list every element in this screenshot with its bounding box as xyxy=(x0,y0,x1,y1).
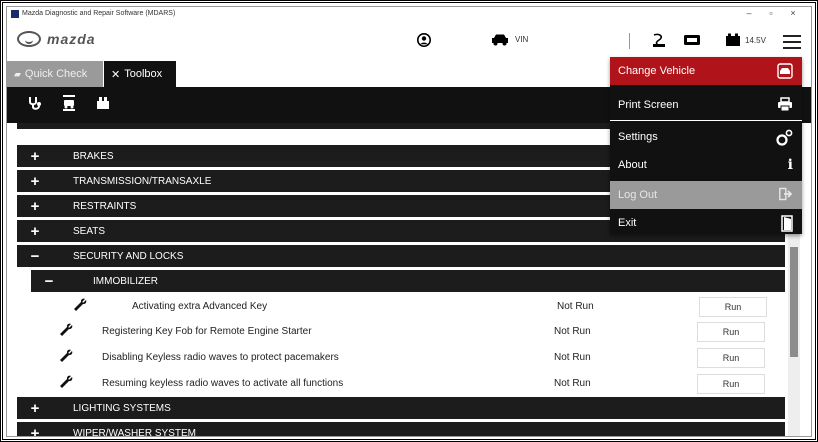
tab-label: Quick Check xyxy=(24,68,88,80)
procedure-name: Registering Key Fob for Remote Engine St… xyxy=(102,326,312,337)
category-label: BRAKES xyxy=(73,150,114,162)
menu-item-label: About xyxy=(618,159,647,171)
printer-icon xyxy=(777,97,793,115)
category-label: LIGHTING SYSTEMS xyxy=(73,402,171,414)
info-icon: i xyxy=(787,157,793,173)
menu-item-exit[interactable]: Exit xyxy=(610,209,802,237)
procedure-name: Activating extra Advanced Key xyxy=(132,301,268,312)
expand-icon: + xyxy=(30,147,40,165)
menu-item-label: Change Vehicle xyxy=(618,65,696,77)
logo-wordmark: mazda xyxy=(47,31,96,47)
category-label: RESTRAINTS xyxy=(73,200,137,212)
tab-toolbox[interactable]: ✕ Toolbox xyxy=(104,61,176,87)
vehicle-icon[interactable] xyxy=(491,33,509,46)
expand-icon: + xyxy=(17,123,53,127)
expand-icon: + xyxy=(30,172,40,190)
procedure-status: Not Run xyxy=(554,378,591,389)
module-programming-icon[interactable] xyxy=(95,95,111,115)
battery-icon xyxy=(725,33,741,47)
app-header: mazda VIN 14.5V xyxy=(7,21,811,61)
wrench-icon xyxy=(73,298,87,315)
title-bar: Mazda Diagnostic and Repair Software (MD… xyxy=(7,7,811,21)
app-window: Mazda Diagnostic and Repair Software (MD… xyxy=(6,6,812,437)
header-divider xyxy=(629,33,630,49)
expand-icon: + xyxy=(30,424,40,437)
tools-icon: ✕ xyxy=(111,68,121,81)
category-row-security-and-locks[interactable]: − SECURITY AND LOCKS xyxy=(17,245,785,267)
wrench-icon xyxy=(59,375,73,392)
minimize-button[interactable]: – xyxy=(743,8,755,18)
hamburger-menu-icon[interactable] xyxy=(783,35,801,49)
menu-item-change-vehicle[interactable]: Change Vehicle xyxy=(610,57,802,85)
vehicle-inspection-icon[interactable] xyxy=(61,95,77,115)
procedure-item: Resuming keyless radio waves to activate… xyxy=(17,372,785,396)
run-button[interactable]: Run xyxy=(697,322,765,342)
collapse-icon: − xyxy=(44,272,54,290)
battery-voltage: 14.5V xyxy=(745,36,766,45)
gears-icon xyxy=(775,129,793,149)
category-label: SEATS xyxy=(73,225,106,237)
category-row-lighting-systems[interactable]: + LIGHTING SYSTEMS xyxy=(17,397,785,419)
menu-item-label: Print Screen xyxy=(618,99,679,111)
user-account-icon[interactable] xyxy=(417,33,431,47)
expand-icon: + xyxy=(30,197,40,215)
expand-icon: + xyxy=(30,399,40,417)
procedure-item: Activating extra Advanced Key Not Run Ru… xyxy=(17,295,785,319)
procedure-name: Resuming keyless radio waves to activate… xyxy=(102,378,344,389)
menu-item-about[interactable]: About i xyxy=(610,151,802,179)
run-button[interactable]: Run xyxy=(697,374,765,394)
maximize-button[interactable]: ▫ xyxy=(765,8,777,18)
window-title: Mazda Diagnostic and Repair Software (MD… xyxy=(22,10,176,17)
subcategory-label: IMMOBILIZER xyxy=(93,275,159,287)
tab-label: Toolbox xyxy=(124,68,163,80)
category-label: TRANSMISSION/TRANSAXLE xyxy=(73,175,212,187)
procedure-item: Registering Key Fob for Remote Engine St… xyxy=(17,320,785,344)
app-icon xyxy=(11,10,19,18)
vin-label: VIN xyxy=(515,35,529,44)
menu-divider xyxy=(610,120,802,121)
car-icon xyxy=(777,63,793,82)
logout-icon xyxy=(779,187,793,204)
tab-quick-check[interactable]: ▰ Quick Check xyxy=(7,61,103,87)
procedure-name: Disabling Keyless radio waves to protect… xyxy=(102,352,339,363)
collapse-icon: − xyxy=(30,247,40,265)
menu-item-settings[interactable]: Settings xyxy=(610,123,802,151)
category-label: WIPER/WASHER SYSTEM xyxy=(73,427,196,437)
procedure-status: Not Run xyxy=(557,301,594,312)
toolbox-case-icon: ▰ xyxy=(14,68,21,79)
category-label: SECURITY AND LOCKS xyxy=(73,250,184,262)
procedure-item: Disabling Keyless radio waves to protect… xyxy=(17,346,785,370)
run-button[interactable]: Run xyxy=(699,297,767,317)
menu-item-label: Log Out xyxy=(618,189,658,201)
procedure-status: Not Run xyxy=(554,326,591,337)
mazda-logo: mazda xyxy=(17,31,96,47)
menu-item-log-out[interactable]: Log Out xyxy=(610,181,802,209)
wrench-icon xyxy=(59,323,73,340)
scrollbar-thumb[interactable] xyxy=(790,247,798,357)
close-button[interactable]: × xyxy=(787,8,799,18)
connection-icon xyxy=(651,33,667,48)
category-row-wiper-washer[interactable]: + WIPER/WASHER SYSTEM xyxy=(17,422,785,437)
menu-item-label: Settings xyxy=(618,131,658,143)
stethoscope-icon[interactable] xyxy=(27,95,43,115)
exit-door-icon xyxy=(781,215,793,235)
subcategory-row-immobilizer[interactable]: − IMMOBILIZER xyxy=(31,270,785,292)
procedure-status: Not Run xyxy=(554,352,591,363)
mazda-emblem-icon xyxy=(17,31,41,47)
menu-item-print-screen[interactable]: Print Screen xyxy=(610,91,802,119)
expand-icon: + xyxy=(30,222,40,240)
main-dropdown-menu: Change Vehicle Print Screen Settings Abo… xyxy=(610,57,802,234)
menu-item-label: Exit xyxy=(618,217,637,229)
wrench-icon xyxy=(59,349,73,366)
run-button[interactable]: Run xyxy=(697,348,765,368)
vci-device-icon xyxy=(683,34,701,46)
